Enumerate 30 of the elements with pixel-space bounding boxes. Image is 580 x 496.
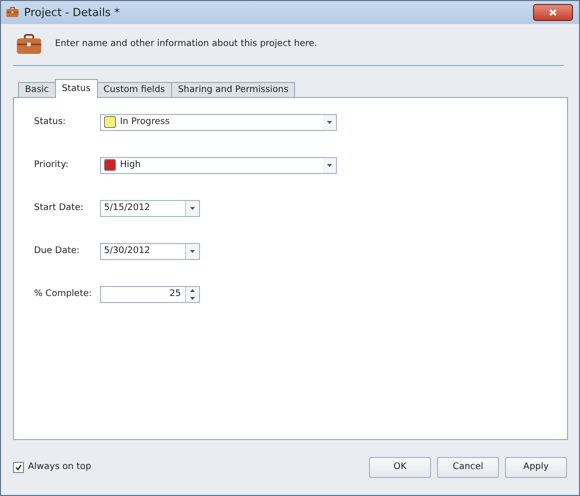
date-field[interactable]: 5/15/2012 (100, 200, 200, 217)
caret-icon (327, 120, 332, 124)
number-field[interactable]: 25 (100, 286, 200, 303)
dialog-button[interactable]: Apply (505, 456, 567, 478)
caret-icon (190, 206, 195, 210)
checkbox-label: Always on top (28, 462, 92, 472)
dropdown[interactable]: High (100, 156, 337, 174)
dialog-button[interactable]: Cancel (437, 456, 499, 478)
checkbox[interactable] (13, 462, 24, 473)
field-label: Priority: (34, 160, 70, 170)
briefcase-icon (16, 34, 42, 55)
briefcase-icon (6, 7, 19, 18)
window-title: Project - Details * (24, 6, 121, 19)
field-label: Start Date: (34, 203, 84, 214)
tab[interactable]: Custom fields (96, 82, 172, 98)
dropdown[interactable]: In Progress (100, 114, 337, 131)
caret-icon (327, 164, 332, 167)
checkmark-icon (15, 464, 22, 471)
dialog-button[interactable]: OK (369, 456, 431, 478)
tab[interactable]: Sharing and Permissions (170, 82, 296, 98)
caret-icon (190, 250, 195, 253)
close-button[interactable] (533, 4, 573, 21)
tab[interactable]: Basic (18, 82, 56, 98)
close-icon (549, 9, 557, 16)
field-label: Status: (34, 117, 67, 128)
tab[interactable]: Status (54, 78, 98, 98)
header-text: Enter name and other information about this project here. (55, 39, 318, 50)
field-label: Due Date: (34, 246, 81, 256)
date-field[interactable]: 5/30/2012 (100, 242, 200, 260)
field-label: % Complete: (34, 289, 93, 300)
